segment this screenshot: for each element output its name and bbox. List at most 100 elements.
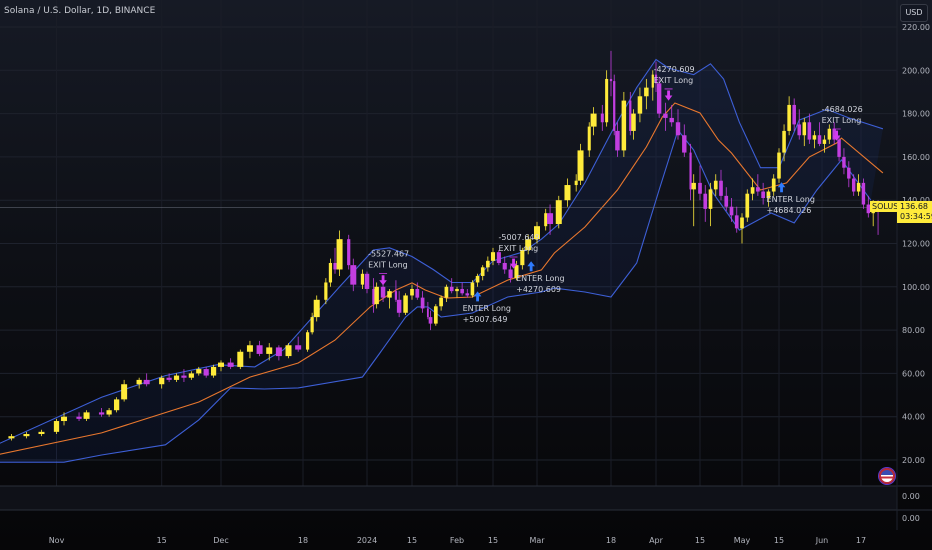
signal-line-2: EXIT Long [654, 76, 694, 85]
candle-body [544, 213, 548, 227]
y-tick-label: 180.00 [902, 110, 930, 119]
candle-body [203, 369, 209, 376]
candle-body [285, 345, 292, 357]
candle-body [631, 113, 636, 131]
candle-body [682, 135, 687, 153]
y-tick-label: 100.00 [902, 283, 930, 292]
candle [53, 418, 60, 435]
candle-body [455, 288, 459, 292]
candle-body [851, 178, 856, 192]
candle-body [465, 293, 470, 296]
candle [609, 50, 613, 97]
candle-body [745, 193, 750, 218]
x-tick-label: Nov [49, 536, 65, 545]
chart-title: Solana / U.S. Dollar, 1D, BINANCE [4, 6, 156, 16]
candle [574, 174, 578, 192]
candle-body [333, 262, 337, 270]
candle [703, 185, 708, 222]
x-tick-label: 18 [298, 536, 308, 545]
candle [305, 330, 310, 352]
candle-body [166, 377, 172, 380]
candle-body [797, 124, 802, 136]
candle [600, 104, 604, 131]
last-price-value: 136.68 [900, 202, 928, 212]
candle-body [426, 308, 429, 318]
candle-body [475, 275, 480, 283]
candle-body [121, 384, 128, 400]
candle-body [433, 306, 438, 324]
x-tick-label: Jun [815, 536, 829, 545]
candle-body [787, 104, 791, 131]
candle-body [336, 239, 343, 270]
candle-body [106, 410, 112, 415]
signal-line-2: EXIT Long [368, 261, 408, 270]
candle-body [547, 213, 554, 225]
candle-body [428, 317, 433, 324]
y-tick-label: 220.00 [902, 23, 930, 32]
candle-body [387, 291, 392, 298]
candle-body [295, 345, 302, 350]
candle-body [812, 135, 817, 140]
candle-body [181, 375, 187, 378]
candle-body [480, 267, 485, 276]
candle [285, 343, 292, 359]
y-tick-label: 160.00 [902, 153, 930, 162]
candle-body [328, 262, 333, 283]
candle [708, 182, 713, 227]
candle-body [237, 351, 244, 367]
candle-body [555, 200, 562, 225]
candle-body [444, 286, 449, 298]
candle-body [708, 189, 713, 209]
candle [698, 165, 702, 201]
y-tick-label: 80.00 [902, 326, 925, 335]
candle-body [802, 122, 807, 136]
candle-body [196, 369, 202, 374]
candle-body [313, 299, 320, 318]
candle-body [53, 421, 60, 432]
candle [113, 397, 120, 413]
y-tick-label: 40.00 [902, 413, 925, 422]
candle-body [771, 178, 776, 192]
candle-body [415, 288, 420, 298]
candle-body [227, 362, 234, 367]
candle-body [724, 195, 729, 207]
bollinger-band-fill [0, 59, 883, 463]
subpane-2-value: 0.00 [902, 514, 920, 523]
signal-line-1: ENTER Long [516, 274, 564, 283]
candle-body [188, 373, 194, 378]
candle [787, 96, 791, 136]
subpane-1-value: 0.00 [902, 492, 920, 501]
chart-window: 20.0040.0060.0080.00100.00120.00140.0016… [0, 0, 932, 550]
y-tick-label: 120.00 [902, 240, 930, 249]
currency-button[interactable]: USD [900, 4, 928, 22]
candle-body [38, 431, 45, 435]
candle-body [734, 215, 739, 229]
candle [428, 310, 433, 331]
signal-line-1: -5007.649 [499, 233, 540, 242]
subpane-1 [0, 486, 897, 510]
candle-body [703, 193, 708, 209]
candle-body [159, 377, 165, 385]
candle-body [629, 100, 632, 131]
bar-countdown: 03:34:59 [900, 212, 932, 222]
candle [328, 258, 333, 287]
signal-line-1: ENTER Long [767, 195, 815, 204]
candle-body [374, 286, 379, 305]
candle-body [587, 126, 591, 151]
signal-line-2: +4684.026 [767, 206, 812, 215]
signal-line-2: +5007.649 [463, 315, 508, 324]
candle-body [98, 412, 105, 415]
candle-body [246, 345, 253, 352]
candle-body [691, 182, 696, 190]
candle [745, 189, 750, 222]
us-flag-economic-event-icon[interactable] [879, 468, 895, 484]
candle-body [83, 412, 90, 419]
candle [246, 340, 253, 359]
candle-body [364, 273, 370, 289]
x-tick-label: 15 [157, 536, 167, 545]
candle [336, 230, 343, 276]
candle-body [817, 135, 822, 144]
candle-body [807, 122, 812, 140]
candle-body [600, 113, 604, 123]
price-chart[interactable]: 20.0040.0060.0080.00100.00120.00140.0016… [0, 0, 932, 550]
